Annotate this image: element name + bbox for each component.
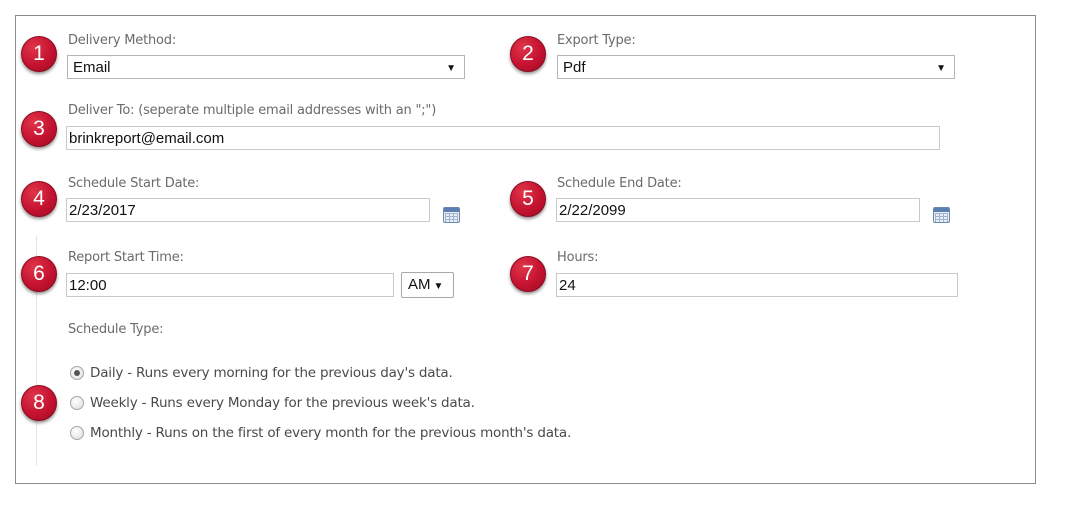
delivery-method-value: Email (73, 59, 111, 76)
delivery-method-select[interactable]: Email ▼ (67, 55, 465, 79)
schedule-start-date-label: Schedule Start Date: (68, 176, 200, 191)
schedule-type-option-daily[interactable]: Daily - Runs every morning for the previ… (70, 365, 453, 381)
radio-button-daily[interactable] (70, 366, 84, 380)
schedule-end-date-input[interactable]: 2/22/2099 (556, 198, 920, 222)
report-start-time-label: Report Start Time: (68, 250, 184, 265)
caret-down-icon: ▼ (433, 281, 444, 292)
schedule-type-label: Schedule Type: (68, 322, 164, 337)
schedule-type-option-monthly[interactable]: Monthly - Runs on the first of every mon… (70, 425, 571, 441)
step-badge-5: 5 (510, 181, 546, 217)
step-badge-6: 6 (21, 256, 57, 292)
schedule-start-date-input[interactable]: 2/23/2017 (66, 198, 430, 222)
report-start-time-input[interactable]: 12:00 (66, 273, 394, 297)
step-badge-2: 2 (510, 36, 546, 72)
step-badge-3: 3 (21, 111, 57, 147)
weekly-option-label: Weekly - Runs every Monday for the previ… (90, 395, 475, 411)
deliver-to-label: Deliver To: (seperate multiple email add… (68, 103, 437, 118)
radio-button-weekly[interactable] (70, 396, 84, 410)
step-badge-7: 7 (510, 256, 546, 292)
schedule-type-option-weekly[interactable]: Weekly - Runs every Monday for the previ… (70, 395, 475, 411)
caret-down-icon: ▼ (446, 63, 456, 74)
step-badge-1: 1 (21, 36, 57, 72)
export-type-value: Pdf (563, 59, 586, 76)
export-type-select[interactable]: Pdf ▼ (557, 55, 955, 79)
caret-down-icon: ▼ (936, 63, 946, 74)
hours-label: Hours: (557, 250, 599, 265)
hours-input[interactable]: 24 (556, 273, 958, 297)
export-type-label: Export Type: (557, 33, 636, 48)
calendar-icon[interactable] (443, 207, 460, 223)
radio-button-monthly[interactable] (70, 426, 84, 440)
daily-option-label: Daily - Runs every morning for the previ… (90, 365, 453, 381)
ampm-select[interactable]: AM ▼ (401, 272, 454, 298)
monthly-option-label: Monthly - Runs on the first of every mon… (90, 425, 572, 441)
schedule-end-date-label: Schedule End Date: (557, 176, 682, 191)
deliver-to-input[interactable]: brinkreport@email.com (66, 126, 940, 150)
calendar-icon[interactable] (933, 207, 950, 223)
ampm-value: AM (408, 276, 431, 293)
delivery-method-label: Delivery Method: (68, 33, 177, 48)
step-badge-4: 4 (21, 181, 57, 217)
step-badge-8: 8 (21, 385, 57, 421)
